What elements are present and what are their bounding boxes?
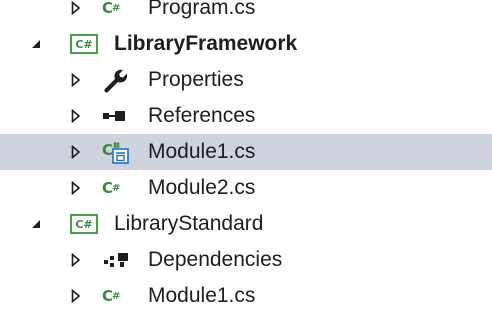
tree-item-label: Module1.cs	[148, 140, 256, 163]
dependencies-icon	[102, 242, 132, 278]
tree-item-label: Program.cs	[148, 0, 256, 19]
solution-explorer-tree: C # Program.cs C# LibraryFramework Proper…	[0, 0, 492, 314]
csharp-module-file-icon: C	[102, 134, 132, 170]
tree-item-label: LibraryFramework	[114, 32, 298, 55]
csharp-file-icon: C #	[102, 287, 120, 305]
tree-item-libraryframework[interactable]: C# LibraryFramework	[0, 26, 492, 62]
svg-text:C: C	[102, 141, 113, 159]
tree-item-program-cs[interactable]: C # Program.cs	[0, 0, 492, 26]
csharp-file-icon: C #	[102, 0, 120, 17]
tree-item-module1-cs-standard[interactable]: C # Module1.cs	[0, 278, 492, 314]
csharp-project-icon: C#	[70, 26, 98, 62]
references-icon	[102, 98, 132, 134]
expand-arrow-icon[interactable]	[66, 62, 86, 98]
tree-item-module2-cs[interactable]: C # Module2.cs	[0, 170, 492, 206]
csharp-file-icon: C #	[102, 179, 120, 197]
expand-arrow-icon[interactable]	[66, 134, 86, 170]
expand-arrow-icon[interactable]	[66, 170, 86, 206]
tree-item-label: LibraryStandard	[114, 212, 264, 235]
collapse-arrow-icon[interactable]	[26, 206, 46, 242]
tree-item-label: Dependencies	[148, 248, 283, 271]
tree-item-librarystandard[interactable]: C# LibraryStandard	[0, 206, 492, 242]
tree-item-label: Module2.cs	[148, 176, 256, 199]
tree-item-label: Properties	[148, 68, 244, 91]
tree-item-label: References	[148, 104, 256, 127]
expand-arrow-icon[interactable]	[66, 242, 86, 278]
collapse-arrow-icon[interactable]	[26, 26, 46, 62]
tree-item-references[interactable]: References	[0, 98, 492, 134]
wrench-icon	[102, 62, 128, 98]
tree-item-properties[interactable]: Properties	[0, 62, 492, 98]
expand-arrow-icon[interactable]	[66, 278, 86, 314]
expand-arrow-icon[interactable]	[66, 98, 86, 134]
tree-item-dependencies[interactable]: Dependencies	[0, 242, 492, 278]
tree-item-label: Module1.cs	[148, 284, 256, 307]
tree-item-module1-cs[interactable]: C Module1.cs	[0, 134, 492, 170]
expand-arrow-icon[interactable]	[66, 0, 86, 26]
csharp-project-icon: C#	[70, 206, 98, 242]
